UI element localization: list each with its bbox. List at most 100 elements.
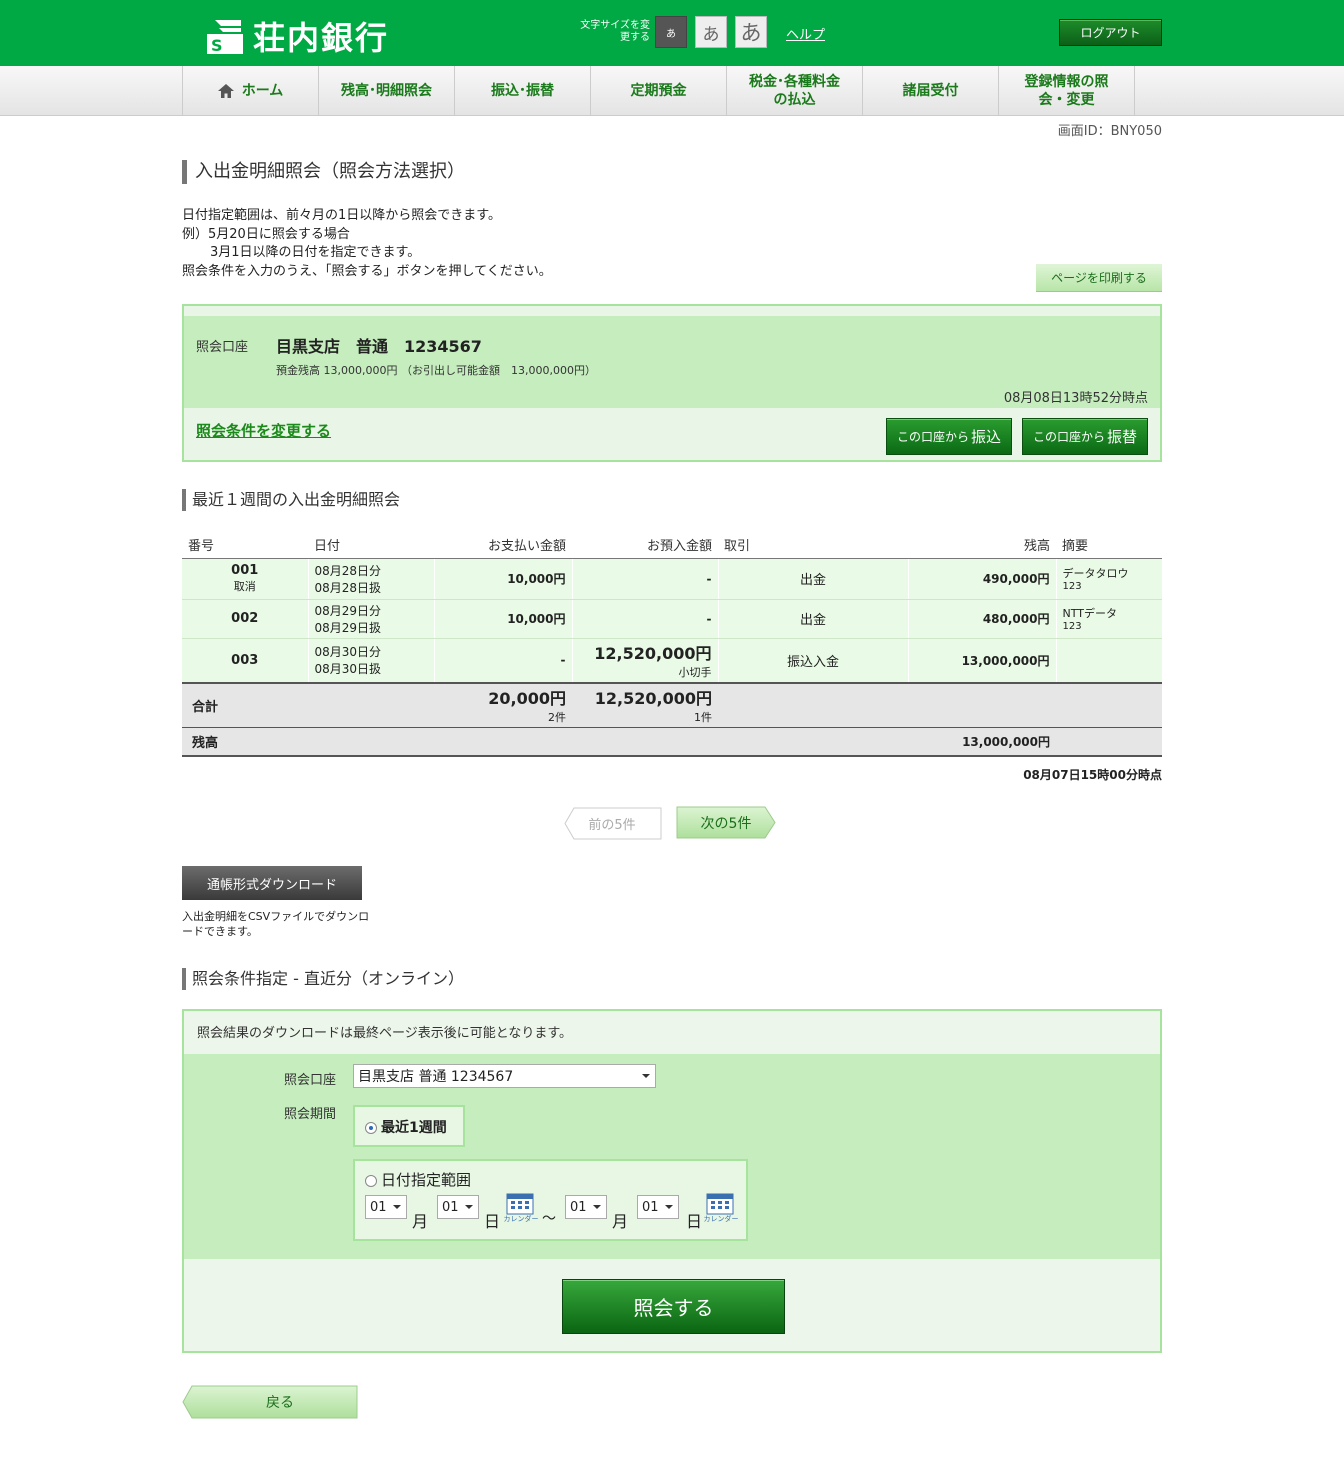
month-unit: 月 <box>612 1212 629 1231</box>
to-day-select[interactable]: 01 <box>637 1195 679 1219</box>
row-date: 08月30日分 <box>314 645 382 660</box>
account-name: 目黒支店 普通 1234567 <box>276 337 482 356</box>
col-header-deposit: お預入金額 <box>572 531 718 559</box>
query-account-label: 照会口座 <box>284 1073 337 1088</box>
download-note: 入出金明細をCSVファイルでダウンロードできます。 <box>182 910 370 938</box>
account-as-of: 08月08日13時52分時点 <box>1003 391 1148 406</box>
table-row: 003 08月30日分 08月30日扱 - 12,520,000円 小切手 振込入金… <box>182 638 1162 684</box>
row-payment: 10,000円 <box>433 599 572 639</box>
change-conditions-link[interactable]: 照会条件を変更する <box>196 420 331 441</box>
balance-row: 残高 13,000,000円 <box>182 727 1162 757</box>
query-account-select[interactable]: 目黒支店 普通 1234567 <box>353 1064 656 1088</box>
query-form: 照会結果のダウンロードは最終ページ表示後に可能となります。 照会口座 目黒支店 … <box>182 1009 1162 1353</box>
total-label: 合計 <box>182 682 308 728</box>
row-memo: データタロウ <box>1062 567 1129 580</box>
col-header-payment: お支払い金額 <box>434 531 572 559</box>
furikae-from-account-button[interactable]: この口座から 振替 <box>1022 418 1148 455</box>
bank-logo[interactable]: S 荘内銀行 <box>205 13 389 59</box>
nav-item-label: ホーム <box>241 83 284 99</box>
screen-id: 画面ID：BNY050 <box>1057 124 1162 139</box>
font-size-large-button[interactable]: あ <box>735 16 767 48</box>
row-deposit: - <box>571 558 718 600</box>
from-month-value: 01 <box>370 1199 387 1215</box>
col-header-no: 番号 <box>182 531 308 559</box>
calendar-icon[interactable]: カレンダー <box>704 1191 738 1223</box>
query-form-actions: 照会する <box>184 1259 1160 1351</box>
total-deposit: 12,520,000円 <box>594 689 712 709</box>
font-size-medium-button[interactable]: あ <box>695 16 727 48</box>
main-nav: ホーム 残高･明細照会 振込･振替 定期預金 税金･各種料金の払込 諸届受付 登… <box>0 66 1344 116</box>
chevron-down-icon <box>642 1074 650 1078</box>
month-unit: 月 <box>412 1212 429 1231</box>
query-form-note: 照会結果のダウンロードは最終ページ表示後に可能となります。 <box>184 1011 1160 1054</box>
header-bar: S 荘内銀行 文字サイズを変更する あ あ あ ヘルプ ログアウト <box>0 0 1344 66</box>
recent-week-option[interactable]: 最近1週間 <box>353 1105 465 1147</box>
radio-unselected-icon[interactable] <box>365 1174 377 1187</box>
submit-query-button[interactable]: 照会する <box>562 1279 785 1334</box>
row-date: 08月29日分 <box>314 603 382 618</box>
calendar-caption: カレンダー <box>704 1214 738 1223</box>
print-page-button[interactable]: ページを印刷する <box>1036 264 1162 292</box>
transfer-from-account-button[interactable]: この口座から 振込 <box>886 418 1012 455</box>
row-balance: 13,000,000円 <box>907 638 1056 684</box>
row-txn: 出金 <box>717 599 908 639</box>
row-date: 08月28日扱 <box>314 580 382 595</box>
back-arrow-shape: 戻る <box>182 1385 358 1419</box>
nav-item-home[interactable]: ホーム <box>183 66 319 116</box>
font-size-small-button[interactable]: あ <box>655 16 687 48</box>
bank-name: 荘内銀行 <box>253 19 390 57</box>
total-payment: 20,000円 <box>488 689 566 709</box>
row-date: 08月28日分 <box>314 563 382 578</box>
calendar-caption: カレンダー <box>504 1214 538 1223</box>
query-form-title: 照会条件指定 - 直近分（オンライン） <box>182 968 464 990</box>
button-word: 振替 <box>1107 428 1138 446</box>
button-prefix: この口座から <box>896 430 969 444</box>
radio-selected-icon[interactable] <box>365 1122 377 1134</box>
nav-item-notifications[interactable]: 諸届受付 <box>863 66 999 116</box>
row-memo-sub: 123 <box>1062 621 1082 632</box>
account-summary-top-strip <box>184 306 1160 316</box>
row-no: 002 <box>231 611 259 626</box>
nav-item-time-deposit[interactable]: 定期預金 <box>591 66 727 116</box>
nav-item-transfer[interactable]: 振込･振替 <box>455 66 591 116</box>
next-page-button[interactable]: 次の5件 <box>676 806 776 839</box>
col-header-memo: 摘要 <box>1056 531 1162 559</box>
row-memo-sub: 123 <box>1062 581 1082 592</box>
prev-page-button[interactable]: 前の5件 <box>564 807 662 840</box>
from-day-select[interactable]: 01 <box>437 1195 479 1219</box>
nav-item-balance[interactable]: 残高･明細照会 <box>319 66 455 116</box>
chevron-down-icon <box>665 1205 673 1209</box>
button-word: 振込 <box>971 428 1002 446</box>
next-arrow-shape: 次の5件 <box>676 806 776 839</box>
row-balance: 490,000円 <box>907 558 1056 600</box>
intro-text: 日付指定範囲は、前々月の1日以降から照会できます。 例）5月20日に照会する場合… <box>182 207 552 281</box>
statement-title: 最近１週間の入出金明細照会 <box>182 489 400 511</box>
prev-page-label: 前の5件 <box>588 817 635 833</box>
account-summary: 照会口座 目黒支店 普通 1234567 預金残高 13,000,000円 （お… <box>182 304 1162 462</box>
nav-item-registration[interactable]: 登録情報の照会・変更 <box>999 66 1135 116</box>
passbook-download-button[interactable]: 通帳形式ダウンロード <box>182 866 362 900</box>
from-month-select[interactable]: 01 <box>365 1195 407 1219</box>
back-button[interactable]: 戻る <box>182 1385 358 1419</box>
col-header-txn: 取引 <box>718 531 908 559</box>
statement-table: 番号 日付 お支払い金額 お預入金額 取引 残高 摘要 001 取消 08月28日… <box>182 531 1162 757</box>
row-status: 取消 <box>233 580 256 593</box>
prev-arrow-shape: 前の5件 <box>564 807 662 840</box>
nav-item-tax-payment[interactable]: 税金･各種料金の払込 <box>727 66 863 116</box>
svg-text:S: S <box>211 36 223 55</box>
row-balance: 480,000円 <box>907 599 1056 639</box>
statement-as-of: 08月07日15時00分時点 <box>1023 768 1162 782</box>
back-label: 戻る <box>266 1395 294 1411</box>
help-link[interactable]: ヘルプ <box>786 24 825 43</box>
chevron-down-icon <box>465 1205 473 1209</box>
total-payment-count: 2件 <box>548 711 566 725</box>
col-header-balance: 残高 <box>908 531 1056 559</box>
day-unit: 日 <box>484 1212 501 1231</box>
logout-button[interactable]: ログアウト <box>1059 19 1162 46</box>
date-range-option: 日付指定範囲 01 月 01 日 カレンダー ～ 01 月 01 日 カレンダー <box>353 1159 748 1241</box>
balance-label: 残高 <box>182 727 308 757</box>
recent-week-label: 最近1週間 <box>381 1120 447 1136</box>
to-month-select[interactable]: 01 <box>565 1195 607 1219</box>
calendar-icon[interactable]: カレンダー <box>504 1191 538 1223</box>
chevron-down-icon <box>593 1205 601 1209</box>
